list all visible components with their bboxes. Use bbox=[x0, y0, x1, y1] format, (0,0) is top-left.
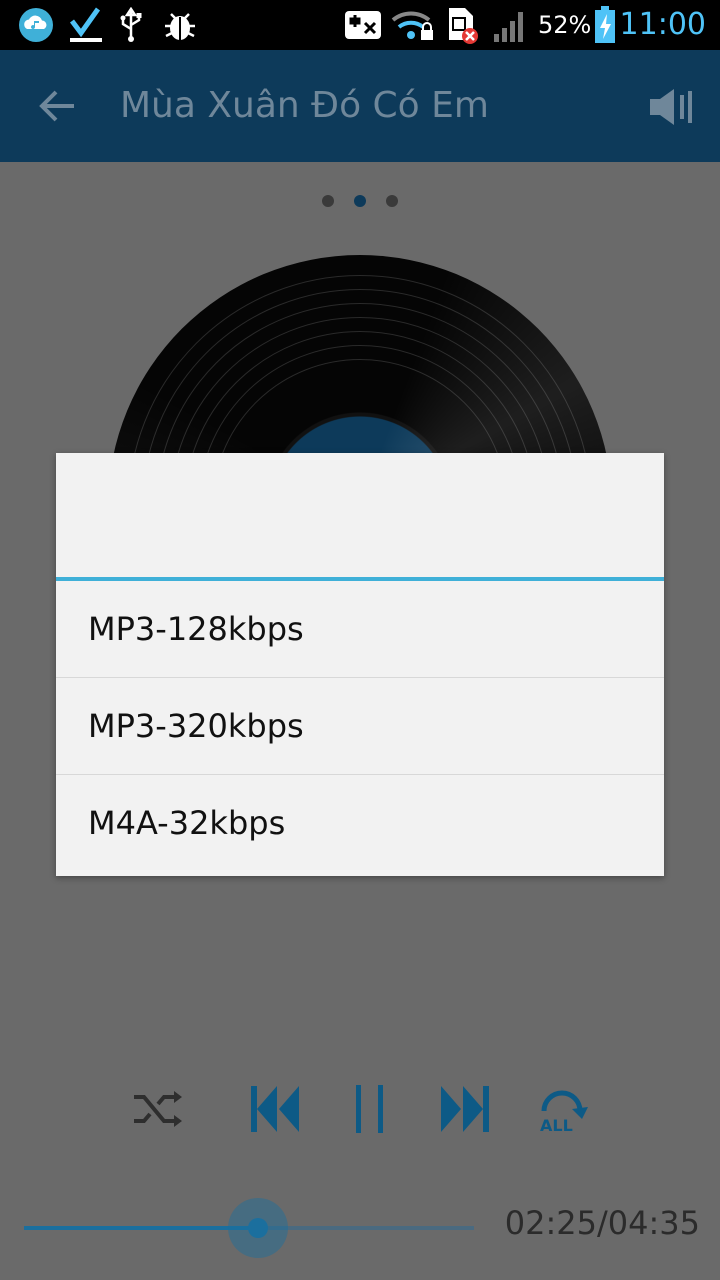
music-cloud-icon bbox=[16, 8, 56, 42]
page-dot-active bbox=[354, 195, 366, 207]
signal-icon bbox=[490, 8, 530, 42]
page-dot bbox=[386, 195, 398, 207]
app-bar: Mùa Xuân Đó Có Em bbox=[0, 50, 720, 162]
bug-icon bbox=[162, 8, 198, 42]
wifi-lock-icon bbox=[390, 8, 436, 42]
next-icon bbox=[441, 1086, 489, 1132]
seek-bar[interactable] bbox=[24, 1198, 474, 1258]
repeat-all-icon: ALL bbox=[540, 1090, 588, 1133]
repeat-all-button[interactable]: ALL bbox=[534, 1078, 590, 1140]
song-title: Mùa Xuân Đó Có Em bbox=[120, 85, 489, 126]
pause-button[interactable] bbox=[344, 1078, 396, 1140]
time-display: 02:25/04:35 bbox=[504, 1204, 700, 1242]
dialog-header bbox=[56, 453, 664, 581]
volume-button[interactable] bbox=[646, 82, 698, 132]
option-mp3-320[interactable]: MP3-320kbps bbox=[56, 678, 664, 775]
seek-progress bbox=[24, 1226, 258, 1230]
option-mp3-128[interactable]: MP3-128kbps bbox=[56, 581, 664, 678]
no-sim-icon bbox=[342, 8, 384, 42]
player-controls: ALL bbox=[0, 1078, 720, 1140]
back-button[interactable] bbox=[30, 78, 86, 134]
shuffle-button[interactable] bbox=[130, 1078, 186, 1140]
volume-icon bbox=[650, 89, 692, 125]
seek-thumb[interactable] bbox=[248, 1218, 268, 1238]
back-arrow-icon bbox=[39, 90, 74, 122]
previous-button[interactable] bbox=[244, 1078, 304, 1140]
previous-icon bbox=[251, 1086, 299, 1132]
battery-charging-icon bbox=[592, 6, 618, 43]
sim-error-icon bbox=[444, 8, 480, 44]
quality-dialog: MP3-128kbps MP3-320kbps M4A-32kbps bbox=[56, 453, 664, 876]
status-bar: 52% 11:00 bbox=[0, 0, 720, 50]
repeat-all-label: ALL bbox=[540, 1116, 573, 1133]
page-dot bbox=[322, 195, 334, 207]
battery-percent: 52% bbox=[538, 11, 592, 39]
page-indicator bbox=[0, 195, 720, 207]
pause-icon bbox=[356, 1085, 383, 1133]
shuffle-icon bbox=[134, 1091, 182, 1127]
download-complete-icon bbox=[66, 7, 106, 42]
option-m4a-32[interactable]: M4A-32kbps bbox=[56, 775, 664, 871]
next-button[interactable] bbox=[436, 1078, 496, 1140]
status-time: 11:00 bbox=[619, 7, 706, 42]
usb-icon bbox=[116, 7, 146, 42]
